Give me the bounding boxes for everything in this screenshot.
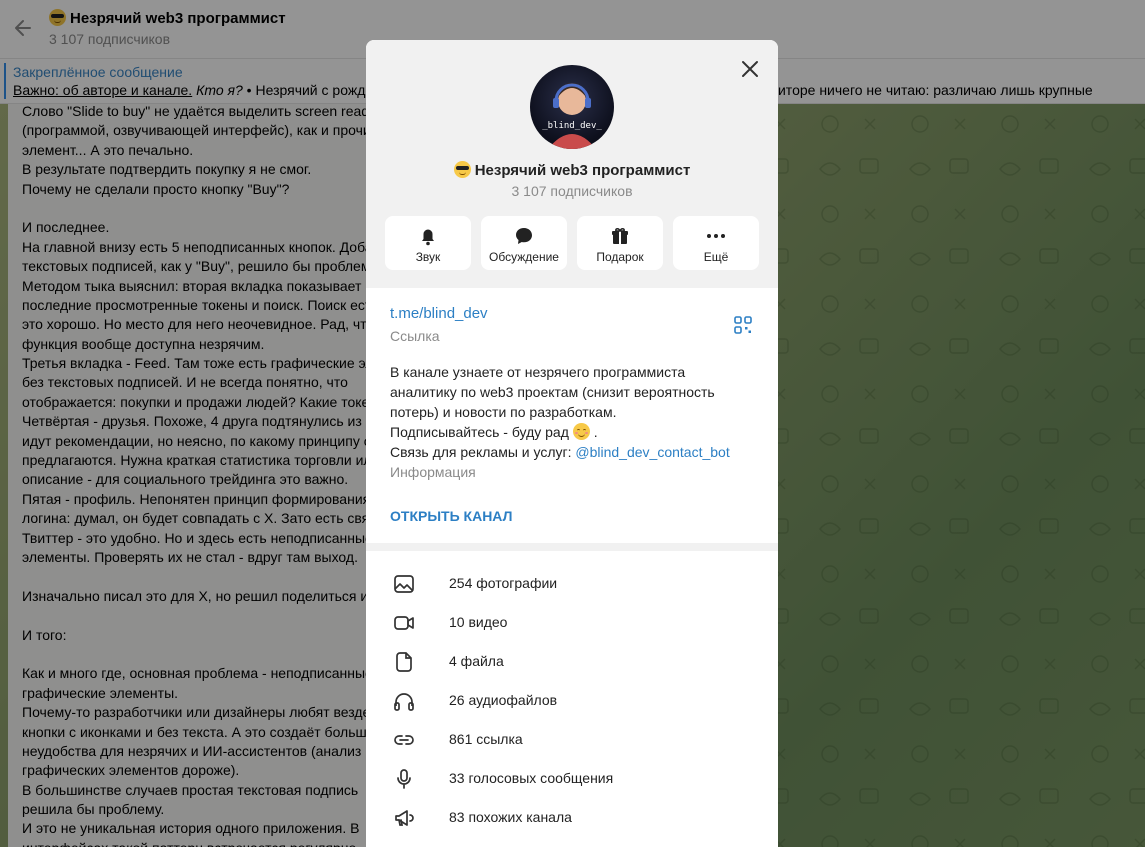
profile-name-text: Незрячий web3 программист xyxy=(474,162,691,179)
media-links[interactable]: 861 ссылка xyxy=(366,722,778,758)
media-label: 83 похожих канала xyxy=(449,809,572,825)
microphone-icon xyxy=(397,769,411,789)
media-label: 254 фотографии xyxy=(449,575,558,591)
sound-button[interactable]: Звук xyxy=(385,216,471,270)
description-caption: Информация xyxy=(390,464,476,480)
media-audio[interactable]: 26 аудиофайлов xyxy=(366,683,778,719)
description-line: потерь) и новости по разработкам. xyxy=(390,404,617,420)
description-line: аналитику по web3 проектам (снизит вероя… xyxy=(390,384,715,400)
channel-info-modal: _blind_dev_ Незрячий web3 программист 3 … xyxy=(366,40,778,847)
media-label: 861 ссылка xyxy=(449,731,523,747)
smiling-emoji-icon xyxy=(572,423,590,440)
megaphone-icon xyxy=(395,810,414,826)
photo-icon xyxy=(394,575,414,593)
avatar[interactable]: _blind_dev_ xyxy=(530,65,614,149)
media-files[interactable]: 4 файла xyxy=(366,644,778,680)
channel-link[interactable]: t.me/blind_dev xyxy=(390,305,488,322)
gift-label: Подарок xyxy=(596,250,644,264)
qr-code-icon[interactable] xyxy=(732,314,754,336)
media-videos[interactable]: 10 видео xyxy=(366,605,778,641)
description-line: Подписывайтесь - буду рад xyxy=(390,424,569,440)
avatar-image xyxy=(548,83,596,149)
headphones-icon xyxy=(394,693,414,711)
more-label: Ещё xyxy=(703,250,729,264)
discussion-button[interactable]: Обсуждение xyxy=(481,216,567,270)
contact-bot-link[interactable]: @blind_dev_contact_bot xyxy=(575,444,729,460)
description-line: В канале узнаете от незрячего программис… xyxy=(390,364,686,380)
channel-description: В канале узнаете от незрячего программис… xyxy=(390,362,760,462)
link-icon xyxy=(394,735,414,745)
media-label: 4 файла xyxy=(449,653,504,669)
description-line-with-emoji: Подписывайтесь - буду рад . xyxy=(390,423,598,440)
gift-icon xyxy=(612,227,628,244)
sound-label: Звук xyxy=(415,250,441,264)
contact-line: Связь для рекламы и услуг: @blind_dev_co… xyxy=(390,442,760,462)
media-label: 10 видео xyxy=(449,614,508,630)
profile-name: Незрячий web3 программист xyxy=(366,161,778,179)
avatar-label: _blind_dev_ xyxy=(542,121,602,131)
more-icon xyxy=(707,234,725,238)
bell-icon xyxy=(422,229,434,246)
media-label: 26 аудиофайлов xyxy=(449,692,558,708)
media-label: 33 голосовых сообщения xyxy=(449,770,614,786)
file-icon xyxy=(396,652,412,672)
profile-subscribers: 3 107 подписчиков xyxy=(511,183,633,199)
media-similar-channels[interactable]: 83 похожих канала xyxy=(366,800,778,836)
chat-bubble-icon xyxy=(516,228,532,244)
video-icon xyxy=(394,616,414,630)
open-channel-button[interactable]: ОТКРЫТЬ КАНАЛ xyxy=(390,508,512,524)
gift-button[interactable]: Подарок xyxy=(577,216,663,270)
more-button[interactable]: Ещё xyxy=(673,216,759,270)
close-icon[interactable] xyxy=(738,57,762,81)
profile-header: _blind_dev_ Незрячий web3 программист 3 … xyxy=(366,40,778,288)
discussion-label: Обсуждение xyxy=(489,250,559,264)
media-photos[interactable]: 254 фотографии xyxy=(366,566,778,602)
sunglasses-emoji-icon xyxy=(453,161,471,178)
section-divider xyxy=(366,543,778,551)
media-voice[interactable]: 33 голосовых сообщения xyxy=(366,761,778,797)
link-caption: Ссылка xyxy=(390,328,440,344)
contact-prefix: Связь для рекламы и услуг: xyxy=(390,444,576,460)
